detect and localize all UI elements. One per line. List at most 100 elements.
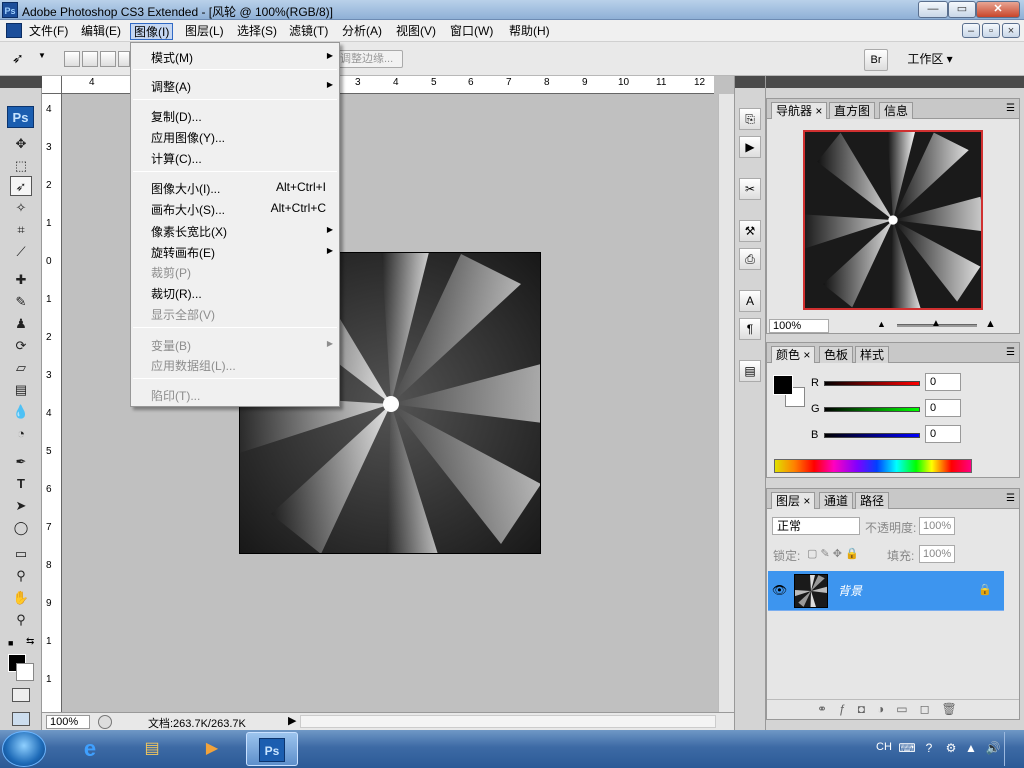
- menu-item-apply-data-set[interactable]: 应用数据组(L)...: [151, 357, 236, 374]
- photoshop-taskbar-button[interactable]: Ps: [246, 732, 298, 766]
- history-panel-icon[interactable]: ⎘: [739, 108, 761, 130]
- default-colors-icon[interactable]: ■: [8, 638, 13, 648]
- brushes-panel-icon[interactable]: ⚒: [739, 220, 761, 242]
- type-tool-icon[interactable]: T: [10, 474, 32, 494]
- show-desktop-button[interactable]: [1004, 732, 1022, 766]
- help-icon[interactable]: ?: [920, 739, 938, 757]
- status-info-icon[interactable]: [98, 715, 112, 729]
- quick-mask-icon[interactable]: [12, 688, 30, 702]
- menu-help[interactable]: 帮助(H): [506, 23, 553, 40]
- new-selection-icon[interactable]: [64, 51, 80, 67]
- tray-options-icon[interactable]: ⚙: [942, 739, 960, 757]
- navigator-thumbnail[interactable]: [803, 130, 983, 310]
- menu-file[interactable]: 文件(F): [26, 23, 71, 40]
- minimize-button[interactable]: —: [918, 1, 948, 18]
- fill-field[interactable]: 100%: [919, 545, 955, 563]
- crop-tool-icon[interactable]: ⌗: [10, 220, 32, 240]
- panel-menu-icon[interactable]: ☰: [1006, 493, 1015, 504]
- slice-tool-icon[interactable]: ⟋: [10, 242, 32, 262]
- horizontal-scrollbar[interactable]: [300, 715, 716, 728]
- menu-item-adjustments[interactable]: 调整(A): [151, 78, 191, 95]
- chevron-down-icon[interactable]: ▼: [38, 51, 46, 60]
- eraser-tool-icon[interactable]: ▱: [10, 358, 32, 378]
- healing-brush-icon[interactable]: ✚: [10, 270, 32, 290]
- path-selection-icon[interactable]: ➤: [10, 496, 32, 516]
- lasso-tool-preset-icon[interactable]: ➶: [12, 50, 34, 68]
- input-language[interactable]: CH: [876, 741, 892, 753]
- menu-select[interactable]: 选择(S): [234, 23, 280, 40]
- eye-icon[interactable]: 👁: [772, 583, 787, 597]
- actions-panel-icon[interactable]: ▶: [739, 136, 761, 158]
- notes-tool-icon[interactable]: ▭: [10, 544, 32, 564]
- bridge-button[interactable]: Br: [864, 49, 888, 71]
- clone-stamp-icon[interactable]: ♟: [10, 314, 32, 334]
- doc-restore-button[interactable]: ▫: [982, 23, 1000, 38]
- tab-styles[interactable]: 样式: [855, 346, 890, 363]
- layer-row-background[interactable]: 👁 背景 🔒: [768, 571, 1004, 611]
- close-button[interactable]: ✕: [976, 1, 1020, 18]
- menu-item-image-size[interactable]: 图像大小(I)...: [151, 180, 220, 197]
- tab-channels[interactable]: 通道: [819, 492, 854, 509]
- menu-window[interactable]: 窗口(W): [447, 23, 496, 40]
- layers-bottom-toolbar[interactable]: ⚭ƒ◘◑▭◻🗑: [767, 699, 1019, 719]
- document-icon[interactable]: [6, 23, 22, 38]
- maximize-button[interactable]: ▭: [948, 1, 976, 18]
- tool-presets-icon[interactable]: ✂: [739, 178, 761, 200]
- menu-item-mode[interactable]: 模式(M): [151, 49, 193, 66]
- navigator-zoom-field[interactable]: 100%: [769, 319, 829, 333]
- tab-color[interactable]: 颜色 ×: [771, 346, 816, 363]
- zoom-field[interactable]: 100%: [46, 715, 90, 729]
- dodge-tool-icon[interactable]: ◔: [10, 424, 32, 444]
- menu-filter[interactable]: 滤镜(T): [286, 23, 331, 40]
- refine-edge-button[interactable]: 调整边缘...: [335, 50, 403, 68]
- lock-icons[interactable]: ▢ ✎ ✥ 🔒: [807, 547, 859, 560]
- add-selection-icon[interactable]: [82, 51, 98, 67]
- ellipse-tool-icon[interactable]: ◯: [10, 518, 32, 538]
- layer-comps-icon[interactable]: ▤: [739, 360, 761, 382]
- vertical-scrollbar[interactable]: [718, 94, 734, 712]
- tab-swatches[interactable]: 色板: [819, 346, 854, 363]
- status-menu-arrow-icon[interactable]: ▶: [288, 714, 296, 727]
- g-slider[interactable]: [824, 407, 920, 412]
- subtract-selection-icon[interactable]: [100, 51, 116, 67]
- b-slider[interactable]: [824, 433, 920, 438]
- r-value-field[interactable]: 0: [925, 373, 961, 391]
- zoom-tool-icon[interactable]: ⚲: [10, 610, 32, 630]
- menu-image[interactable]: 图像(I): [130, 23, 174, 40]
- menu-item-trim[interactable]: 裁切(R)...: [151, 285, 202, 302]
- ie-taskbar-icon[interactable]: e: [64, 732, 116, 766]
- tab-navigator[interactable]: 导航器 ×: [771, 102, 828, 119]
- eyedropper-icon[interactable]: ⚲: [10, 566, 32, 586]
- opacity-field[interactable]: 100%: [919, 517, 955, 535]
- history-brush-icon[interactable]: ⟳: [10, 336, 32, 356]
- magic-wand-icon[interactable]: ✧: [10, 198, 32, 218]
- screen-mode-icon[interactable]: [12, 712, 30, 726]
- menu-analysis[interactable]: 分析(A): [339, 23, 385, 40]
- brush-tool-icon[interactable]: ✎: [10, 292, 32, 312]
- menu-item-calculations[interactable]: 计算(C)...: [151, 150, 202, 167]
- menu-item-pixel-aspect-ratio[interactable]: 像素长宽比(X): [151, 223, 227, 240]
- hand-tool-icon[interactable]: ✋: [10, 588, 32, 608]
- r-slider[interactable]: [824, 381, 920, 386]
- volume-icon[interactable]: 🔊: [984, 739, 1002, 757]
- g-value-field[interactable]: 0: [925, 399, 961, 417]
- color-spectrum-bar[interactable]: [774, 459, 972, 473]
- paragraph-panel-icon[interactable]: ¶: [739, 318, 761, 340]
- toolbox-header[interactable]: [0, 76, 42, 88]
- panel-menu-icon[interactable]: ☰: [1006, 103, 1015, 114]
- tab-info[interactable]: 信息: [879, 102, 914, 119]
- b-value-field[interactable]: 0: [925, 425, 961, 443]
- swap-colors-icon[interactable]: ⇆: [26, 636, 34, 647]
- menu-item-reveal-all[interactable]: 显示全部(V): [151, 306, 215, 323]
- doc-minimize-button[interactable]: –: [962, 23, 980, 38]
- explorer-taskbar-icon[interactable]: ▤: [126, 732, 178, 766]
- dock-header[interactable]: [735, 76, 765, 88]
- zoom-out-icon[interactable]: ▲: [877, 319, 886, 329]
- tray-expand-icon[interactable]: ▲: [962, 739, 980, 757]
- menu-item-duplicate[interactable]: 复制(D)...: [151, 108, 202, 125]
- lasso-tool-icon[interactable]: ➶: [10, 176, 32, 196]
- ps-logo-icon[interactable]: Ps: [7, 106, 34, 128]
- background-color-swatch[interactable]: [16, 663, 34, 681]
- vertical-ruler[interactable]: 4 3 2 1 0 1 2 3 4 5 6 7 8 9 1 1: [42, 94, 62, 712]
- workspace-button[interactable]: 工作区 ▾: [900, 49, 960, 71]
